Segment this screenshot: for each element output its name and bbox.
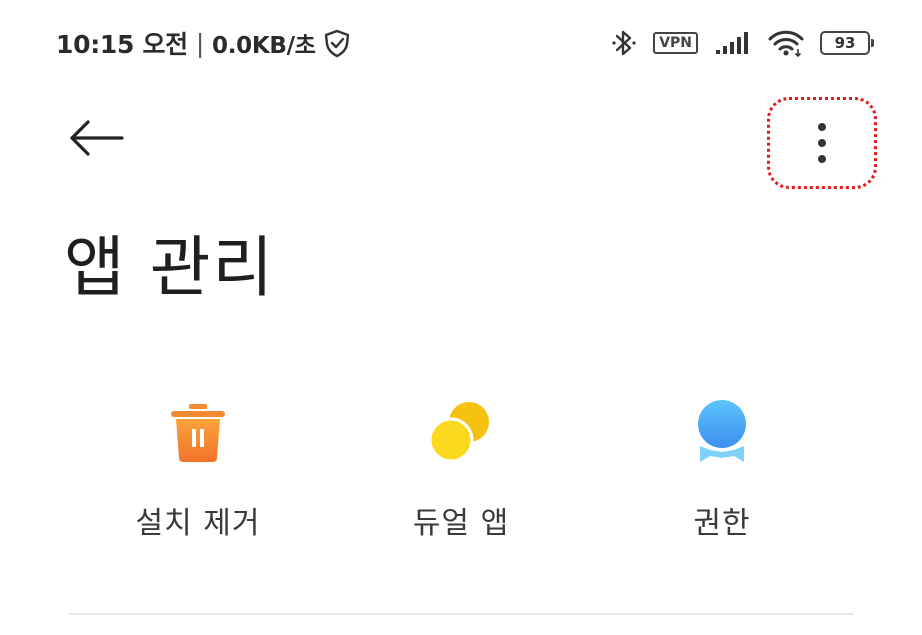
permission-icon <box>688 398 756 466</box>
wifi-icon <box>768 30 804 57</box>
dual-apps-label: 듀얼 앱 <box>412 506 510 541</box>
status-left: 10:15 오전 | 0.0KB/초 <box>56 26 352 60</box>
uninstall-shortcut[interactable]: 설치 제거 <box>88 398 308 542</box>
permissions-label: 권한 <box>693 506 751 541</box>
status-bar: 10:15 오전 | 0.0KB/초 VPN 93 <box>0 0 922 80</box>
network-speed: 0.0KB/초 <box>212 33 316 59</box>
dual-apps-shortcut[interactable]: 듀얼 앱 <box>351 398 571 542</box>
battery-level: 93 <box>834 34 856 52</box>
more-options-button[interactable] <box>767 97 877 189</box>
bluetooth-icon <box>612 30 636 56</box>
more-vertical-icon <box>818 123 826 163</box>
shield-icon <box>324 29 349 58</box>
back-button[interactable] <box>66 112 130 164</box>
uninstall-label: 설치 제거 <box>135 506 261 541</box>
signal-icon <box>716 32 748 54</box>
permissions-shortcut[interactable]: 권한 <box>612 398 832 542</box>
status-time: 10:15 오전 <box>56 30 188 59</box>
page-title: 앱 관리 <box>64 229 276 306</box>
arrow-left-icon <box>70 120 124 156</box>
trash-icon <box>164 398 232 466</box>
battery-icon: 93 <box>820 31 874 55</box>
dual-app-icon <box>427 398 495 466</box>
section-divider <box>68 613 854 615</box>
vpn-icon: VPN <box>653 32 698 54</box>
status-separator: | <box>195 28 205 58</box>
app-management-screen: 10:15 오전 | 0.0KB/초 VPN 93 앱 관리 설치 제거 듀얼 … <box>0 0 922 635</box>
status-right: VPN 93 <box>611 26 874 60</box>
